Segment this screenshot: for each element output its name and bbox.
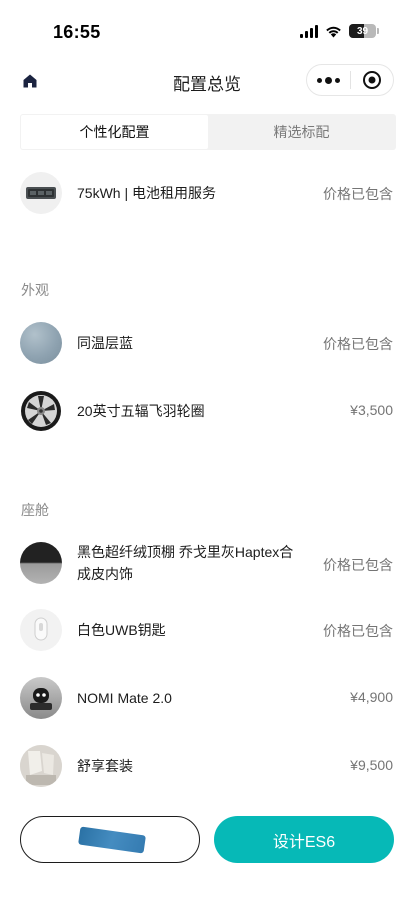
list-item-wheel[interactable]: 20英寸五辐飞羽轮圈 ¥3,500 — [0, 390, 414, 432]
item-label-line1: 黑色超纤绒顶棚 乔戈里灰Haptex合 — [77, 544, 294, 560]
status-bar: 16:55 39 — [0, 0, 414, 64]
section-title-cabin: 座舱 — [21, 502, 49, 518]
wifi-icon — [326, 26, 341, 37]
paint-swatch — [20, 322, 62, 364]
item-price: ¥9,500 — [350, 757, 393, 773]
wheel-image — [20, 390, 62, 432]
item-price: 价格已包含 — [323, 186, 393, 202]
nav-bar: 配置总览 — [0, 64, 414, 98]
list-item-key[interactable]: 白色UWB钥匙 价格已包含 — [0, 609, 414, 651]
status-time: 16:55 — [53, 22, 101, 42]
key-image — [20, 609, 62, 651]
redaction-mark — [78, 826, 146, 854]
bottom-actions: 设计ES6 — [20, 816, 394, 864]
list-item-interior[interactable]: 黑色超纤绒顶棚 乔戈里灰Haptex合 成皮内饰 价格已包含 — [0, 541, 414, 585]
battery-icon: 39 — [349, 24, 379, 38]
tab-personalized[interactable]: 个性化配置 — [21, 115, 208, 149]
design-es6-button[interactable]: 设计ES6 — [214, 816, 394, 863]
item-price: ¥3,500 — [350, 402, 393, 418]
item-label: 黑色超纤绒顶棚 乔戈里灰Haptex合 成皮内饰 — [77, 541, 293, 585]
nomi-image — [20, 677, 62, 719]
battery-pack-image — [20, 172, 62, 214]
item-price: ¥4,900 — [350, 689, 393, 705]
list-item-battery[interactable]: 75kWh | 电池租用服务 价格已包含 — [0, 172, 414, 214]
close-button[interactable] — [350, 65, 393, 95]
tab-standard[interactable]: 精选标配 — [208, 115, 395, 149]
item-label: 20英寸五辐飞羽轮圈 — [77, 403, 205, 419]
item-label: NOMI Mate 2.0 — [77, 690, 172, 706]
seat-image — [20, 745, 62, 787]
item-label: 白色UWB钥匙 — [77, 622, 166, 638]
mini-program-capsule — [306, 64, 394, 96]
list-item-comfort[interactable]: 舒享套装 ¥9,500 — [0, 745, 414, 787]
item-label: 同温层蓝 — [77, 335, 133, 351]
config-tabs: 个性化配置 精选标配 — [20, 114, 396, 150]
target-icon — [362, 71, 381, 89]
item-price: 价格已包含 — [323, 557, 393, 573]
section-title-exterior: 外观 — [21, 282, 49, 298]
interior-swatch — [20, 542, 62, 584]
item-label-line2: 成皮内饰 — [77, 566, 133, 582]
list-item-nomi[interactable]: NOMI Mate 2.0 ¥4,900 — [0, 677, 414, 719]
list-item-paint[interactable]: 同温层蓝 价格已包含 — [0, 322, 414, 364]
item-price: 价格已包含 — [323, 336, 393, 352]
more-button[interactable] — [307, 65, 350, 95]
battery-level: 39 — [356, 25, 369, 37]
item-label: 舒享套装 — [77, 758, 133, 774]
signal-icon — [300, 24, 318, 38]
item-price: 价格已包含 — [323, 623, 393, 639]
item-label: 75kWh | 电池租用服务 — [77, 185, 216, 201]
status-icons: 39 — [300, 24, 379, 38]
secondary-button[interactable] — [20, 816, 200, 863]
